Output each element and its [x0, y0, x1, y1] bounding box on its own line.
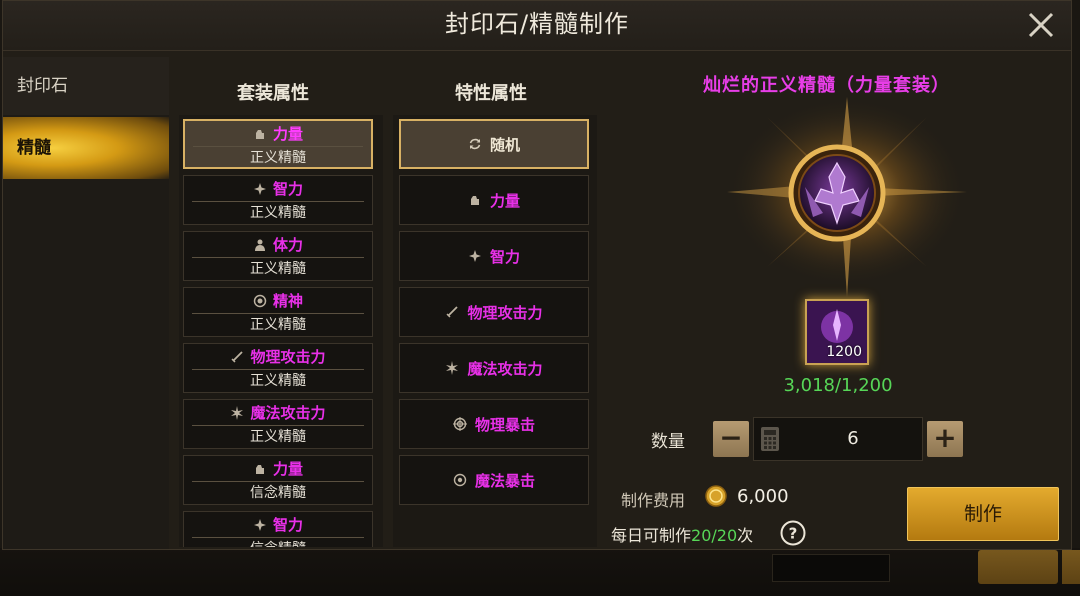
calculator-icon[interactable]	[760, 426, 780, 452]
item-name: 智力	[272, 516, 303, 534]
trait-attributes-header: 特性属性	[455, 83, 527, 104]
item-name: 魔法攻击力	[250, 404, 326, 422]
window-title: 封印石/精髓制作	[444, 10, 630, 38]
item-type: 正义精髓	[250, 373, 306, 389]
trait-item-random[interactable]: 随机	[399, 119, 589, 169]
trait-item-magic-crit[interactable]: 魔法暴击	[399, 455, 589, 505]
item-type: 正义精髓	[250, 150, 306, 166]
sword-icon	[446, 306, 459, 318]
item-type: 正义精髓	[250, 261, 306, 277]
list-item[interactable]: 力量 信念精髓	[183, 455, 373, 505]
magic-burst-icon	[231, 405, 244, 420]
daily-limit-count: 20/20	[691, 526, 738, 545]
list-item[interactable]: 体力 正义精髓	[183, 231, 373, 281]
trait-label: 随机	[489, 135, 520, 154]
quantity-label: 数量	[651, 432, 685, 452]
item-name: 力量	[272, 125, 303, 143]
item-type: 正义精髓	[250, 429, 306, 445]
background-sort-select	[772, 554, 890, 582]
trait-label: 智力	[489, 247, 520, 266]
quantity-increase-button[interactable]: +	[927, 421, 963, 457]
list-item[interactable]: 智力 信念精髓	[183, 511, 373, 547]
trait-attribute-list: 随机 力量 智力 物理攻击力 魔法攻击力 物理暴击 魔法暴击	[393, 115, 597, 547]
material-qty: 1200	[826, 344, 862, 360]
tab-seal-stone[interactable]: 封印石	[3, 57, 169, 115]
tab-essence[interactable]: 精髓	[3, 117, 169, 179]
set-attribute-list[interactable]: 力量 正义精髓 智力 正义精髓 体力 正义精髓 精神 正义精髓 物理攻击力 正义…	[179, 115, 383, 547]
magic-burst-icon	[446, 361, 459, 375]
sidebar: 封印石 精髓	[3, 57, 169, 549]
list-item[interactable]: 魔法攻击力 正义精髓	[183, 399, 373, 449]
body-icon	[254, 239, 265, 251]
trait-item-magic-attack[interactable]: 魔法攻击力	[399, 343, 589, 393]
crosshair-icon	[452, 417, 467, 431]
title-bar: 封印石/精髓制作	[3, 1, 1071, 51]
gold-coin-icon	[705, 485, 727, 507]
daily-limit-prefix: 每日可制作	[611, 526, 692, 545]
trait-item-strength[interactable]: 力量	[399, 175, 589, 225]
close-icon[interactable]	[1023, 7, 1059, 43]
quantity-stepper[interactable]: 6	[753, 417, 923, 461]
item-name: 精神	[272, 292, 303, 310]
material-slot[interactable]: 1200	[805, 299, 869, 365]
sword-icon	[231, 350, 244, 363]
daily-limit-suffix: 次	[737, 526, 754, 545]
quantity-value[interactable]: 6	[784, 418, 922, 460]
help-icon[interactable]: ?	[779, 519, 807, 547]
item-name: 物理攻击力	[250, 348, 326, 366]
item-name: 智力	[272, 180, 303, 198]
fist-icon	[255, 129, 264, 139]
trait-label: 物理暴击	[474, 415, 535, 434]
spirit-orb-icon	[253, 294, 267, 307]
trait-item-physical-attack[interactable]: 物理攻击力	[399, 287, 589, 337]
magic-star-icon	[468, 250, 481, 262]
list-item[interactable]: 精神 正义精髓	[183, 287, 373, 337]
crafting-window: 封印石/精髓制作 封印石 精髓 套装属性 特性属性 力量 正义精髓 智力 正义精…	[2, 0, 1072, 550]
item-name: 力量	[272, 460, 303, 478]
trait-label: 物理攻击力	[467, 303, 543, 322]
item-type: 信念精髓	[250, 485, 306, 501]
trait-label: 魔法暴击	[474, 471, 535, 490]
trait-label: 力量	[489, 191, 520, 210]
trait-item-intelligence[interactable]: 智力	[399, 231, 589, 281]
item-type: 正义精髓	[250, 317, 306, 333]
item-name: 体力	[272, 236, 303, 254]
material-count: 3,018/1,200	[783, 375, 893, 396]
trait-label: 魔法攻击力	[467, 359, 543, 378]
list-item[interactable]: 力量 正义精髓	[183, 119, 373, 169]
svg-text:?: ?	[789, 525, 798, 543]
essence-emblem-icon	[727, 97, 967, 297]
cost-label: 制作费用	[621, 491, 686, 510]
list-item[interactable]: 物理攻击力 正义精髓	[183, 343, 373, 393]
quantity-decrease-button[interactable]: −	[713, 421, 749, 457]
cost-value: 6,000	[737, 486, 789, 507]
background-craft-button	[978, 550, 1058, 584]
trait-item-physical-crit[interactable]: 物理暴击	[399, 399, 589, 449]
set-attributes-header: 套装属性	[237, 83, 309, 104]
magic-star-icon	[253, 182, 266, 195]
fist-icon	[470, 196, 479, 205]
list-item[interactable]: 智力 正义精髓	[183, 175, 373, 225]
item-type: 信念精髓	[184, 538, 372, 547]
magic-star-icon	[253, 518, 266, 531]
refresh-icon	[469, 138, 481, 150]
daily-limit: 每日可制作20/20次	[611, 522, 753, 546]
background-button	[1062, 550, 1080, 584]
target-icon	[453, 473, 467, 487]
fist-icon	[255, 464, 264, 474]
item-type: 正义精髓	[250, 205, 306, 221]
product-title: 灿烂的正义精髓（力量套装）	[703, 75, 950, 96]
background-game-ui	[0, 548, 1080, 596]
craft-button[interactable]: 制作	[907, 487, 1059, 541]
